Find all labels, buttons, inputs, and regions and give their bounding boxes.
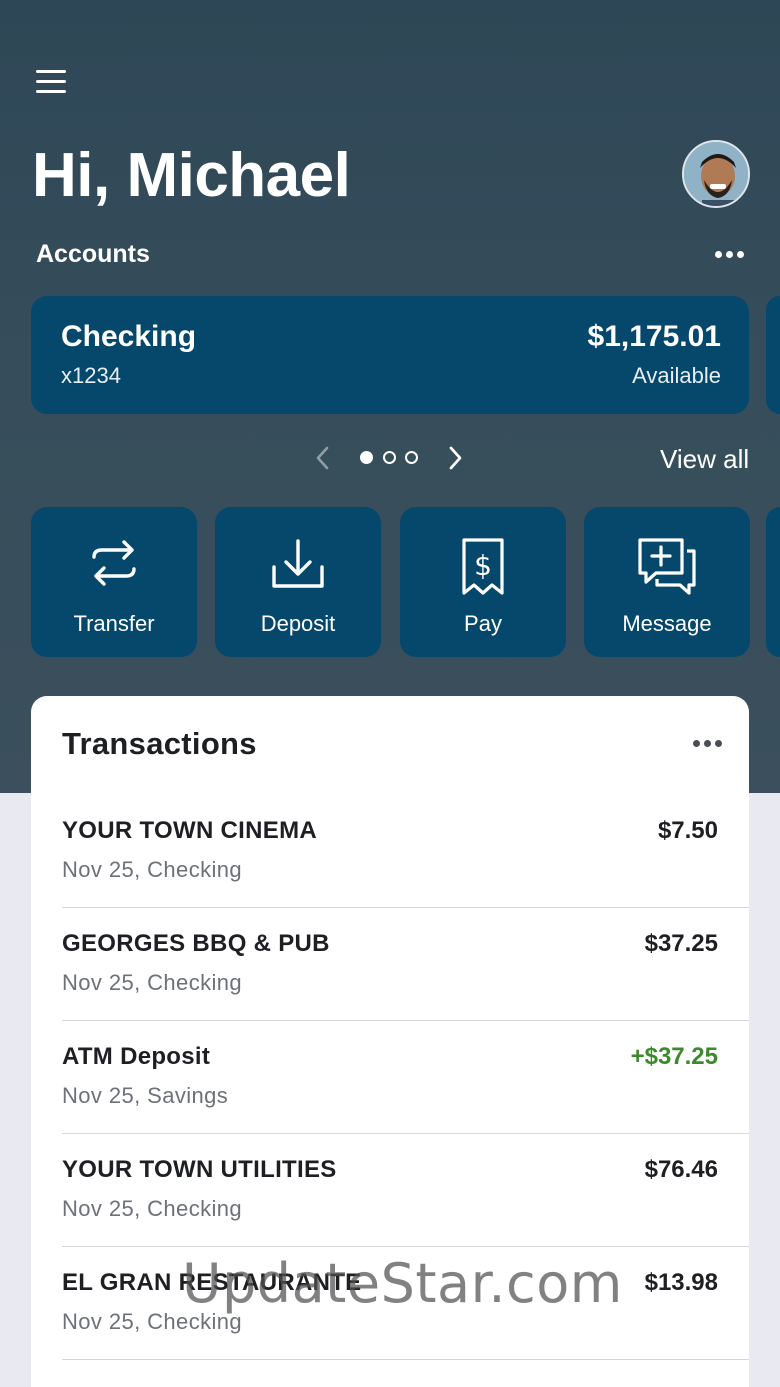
transaction-name: YOUR TOWN UTILITIES (62, 1156, 337, 1183)
transaction-amount: $76.46 (644, 1156, 718, 1183)
divider (62, 1359, 749, 1360)
transaction-row[interactable]: ATM Deposit Nov 25, Savings +$37.25 (31, 1021, 749, 1134)
transaction-row[interactable]: YOUR TOWN UTILITIES Nov 25, Checking $76… (31, 1134, 749, 1247)
account-card-checking[interactable]: Checking x1234 $1,175.01 Available (31, 296, 749, 414)
transaction-row[interactable]: YOUR TOWN CINEMA Nov 25, Checking $7.50 (31, 795, 749, 908)
pager-dot (405, 451, 418, 464)
next-account-card-peek[interactable] (766, 296, 780, 414)
accounts-more-icon[interactable] (715, 251, 744, 258)
transaction-name: YOUR TOWN CINEMA (62, 817, 318, 844)
chevron-left-icon[interactable] (314, 444, 330, 477)
deposit-label: Deposit (260, 611, 336, 636)
transaction-name: ATM Deposit (62, 1043, 211, 1070)
view-all-link[interactable]: View all (660, 444, 749, 475)
transaction-meta: Nov 25, Checking (62, 857, 243, 882)
pager-dot-active (360, 451, 373, 464)
deposit-icon (272, 539, 324, 588)
transfer-icon (92, 540, 136, 586)
transaction-row[interactable]: GEORGES BBQ & PUB Nov 25, Checking $37.2… (31, 908, 749, 1021)
transaction-meta: Nov 25, Checking (62, 970, 243, 995)
message-label: Message (622, 611, 712, 636)
message-icon (638, 538, 696, 595)
watermark: UpdateStar.com (182, 1252, 623, 1315)
transaction-amount: $13.98 (644, 1269, 718, 1296)
account-name: Checking (61, 320, 197, 353)
transaction-meta: Nov 25, Checking (62, 1196, 243, 1221)
transaction-amount: $7.50 (657, 817, 718, 844)
deposit-button[interactable]: Deposit (215, 507, 381, 657)
accounts-label: Accounts (36, 240, 150, 268)
greeting-title: Hi, Michael (32, 141, 351, 210)
transaction-meta: Nov 25, Savings (62, 1083, 229, 1108)
hamburger-menu-icon[interactable] (36, 70, 70, 98)
account-number: x1234 (61, 363, 121, 388)
transfer-button[interactable]: Transfer (31, 507, 197, 657)
pay-button[interactable]: $ Pay (400, 507, 566, 657)
transaction-amount-credit: +$37.25 (630, 1043, 718, 1070)
transfer-label: Transfer (73, 611, 155, 636)
pay-label: Pay (464, 611, 502, 636)
transactions-more-icon[interactable] (693, 740, 722, 747)
account-balance: $1,175.01 (587, 320, 721, 353)
chevron-right-icon[interactable] (448, 444, 464, 477)
transactions-title: Transactions (62, 726, 257, 761)
transaction-name: GEORGES BBQ & PUB (62, 930, 330, 957)
pager-dot (383, 451, 396, 464)
avatar[interactable] (682, 140, 750, 208)
next-action-tile-peek[interactable] (766, 507, 780, 657)
account-balance-label: Available (632, 363, 721, 388)
svg-text:$: $ (474, 549, 492, 582)
message-button[interactable]: Message (584, 507, 750, 657)
transaction-amount: $37.25 (644, 930, 718, 957)
pay-bill-icon: $ (462, 538, 504, 595)
